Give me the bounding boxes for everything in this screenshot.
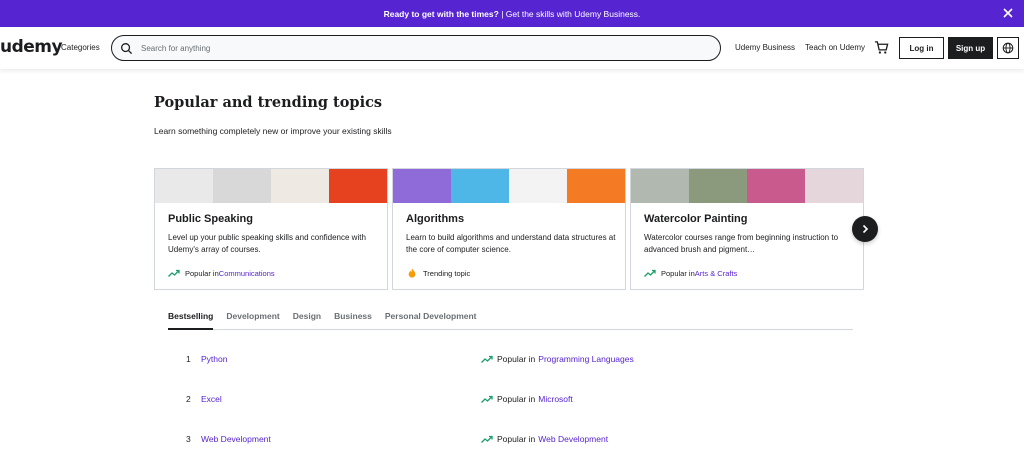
globe-icon	[1002, 42, 1014, 54]
login-button[interactable]: Log in	[899, 37, 944, 59]
card-footer-link[interactable]: Communications	[219, 269, 275, 278]
search-icon[interactable]	[120, 42, 133, 55]
category-tabs: Bestselling Development Design Business …	[168, 306, 853, 330]
rank-number: 3	[186, 434, 191, 444]
popular-prefix: Popular in	[497, 434, 536, 444]
card-footer: Trending topic	[406, 268, 470, 278]
card-footer-prefix: Popular in	[661, 268, 695, 278]
banner-rest-text: | Get the skills with Udemy Business.	[498, 8, 641, 19]
language-button[interactable]	[997, 37, 1019, 59]
topic-card[interactable]: Watercolor Painting Watercolor courses r…	[630, 168, 864, 290]
promo-banner[interactable]: Ready to get with the times? | Get the s…	[0, 0, 1024, 27]
category-link[interactable]: Microsoft	[538, 394, 572, 404]
udemy-business-link[interactable]: Udemy Business	[735, 43, 795, 52]
list-item: 1 Python Popular in Programming Languages	[186, 354, 786, 368]
carousel-next-button[interactable]	[852, 216, 878, 242]
popular-label: Popular in Programming Languages	[481, 354, 634, 364]
popular-prefix: Popular in	[497, 354, 536, 364]
categories-link[interactable]: Categories	[61, 43, 100, 52]
chevron-right-icon	[862, 224, 869, 234]
card-description: Level up your public speaking skills and…	[168, 233, 366, 254]
card-description: Watercolor courses range from beginning …	[644, 233, 839, 254]
card-title: Public Speaking	[168, 213, 253, 225]
section-subtitle: Learn something completely new or improv…	[154, 126, 392, 136]
popular-prefix: Popular in	[497, 394, 536, 404]
tab-design[interactable]: Design	[293, 306, 321, 330]
trending-icon	[481, 395, 493, 403]
topic-card[interactable]: Public Speaking Level up your public spe…	[154, 168, 388, 290]
list-item: 3 Web Development Popular in Web Developm…	[186, 434, 786, 448]
card-footer-link[interactable]: Arts & Crafts	[695, 269, 738, 278]
topic-link[interactable]: Python	[201, 354, 227, 364]
banner-bold-text: Ready to get with the times?	[383, 8, 499, 19]
search-input[interactable]	[141, 43, 701, 53]
tab-development[interactable]: Development	[226, 306, 279, 330]
teach-on-udemy-link[interactable]: Teach on Udemy	[805, 43, 865, 52]
tab-bestselling[interactable]: Bestselling	[168, 306, 214, 330]
signup-button[interactable]: Sign up	[948, 37, 993, 59]
trending-icon	[481, 355, 493, 363]
trending-icon	[168, 269, 180, 277]
trending-icon	[644, 269, 656, 277]
flame-icon	[408, 268, 416, 278]
list-item: 2 Excel Popular in Microsoft	[186, 394, 786, 408]
topic-card[interactable]: Algorithms Learn to build algorithms and…	[392, 168, 626, 290]
card-description: Learn to build algorithms and understand…	[406, 233, 616, 254]
category-link[interactable]: Programming Languages	[538, 354, 633, 364]
card-footer-prefix: Popular in	[185, 268, 219, 278]
site-header: udemy Categories Udemy Business Teach on…	[0, 27, 1024, 69]
popular-label: Popular in Web Development	[481, 434, 608, 444]
rank-number: 2	[186, 394, 191, 404]
card-footer: Popular in Arts & Crafts	[644, 268, 737, 278]
close-icon[interactable]	[1001, 6, 1015, 20]
card-title: Watercolor Painting	[644, 213, 748, 225]
card-title: Algorithms	[406, 213, 465, 225]
popular-label: Popular in Microsoft	[481, 394, 573, 404]
cart-icon[interactable]	[874, 40, 889, 55]
udemy-logo[interactable]: udemy	[0, 37, 63, 57]
card-footer-prefix: Trending topic	[423, 268, 471, 278]
section-title: Popular and trending topics	[154, 94, 383, 111]
banner-text: Ready to get with the times? | Get the s…	[384, 9, 641, 19]
tab-personal-development[interactable]: Personal Development	[385, 306, 477, 330]
search-bar[interactable]	[111, 35, 721, 61]
category-link[interactable]: Web Development	[538, 434, 608, 444]
topic-link[interactable]: Excel	[201, 394, 222, 404]
card-image	[631, 169, 863, 203]
trending-icon	[481, 435, 493, 443]
card-image	[155, 169, 387, 203]
topic-link[interactable]: Web Development	[201, 434, 271, 444]
card-image	[393, 169, 625, 203]
rank-number: 1	[186, 354, 191, 364]
card-footer: Popular in Communications	[168, 268, 275, 278]
tab-business[interactable]: Business	[334, 306, 372, 330]
